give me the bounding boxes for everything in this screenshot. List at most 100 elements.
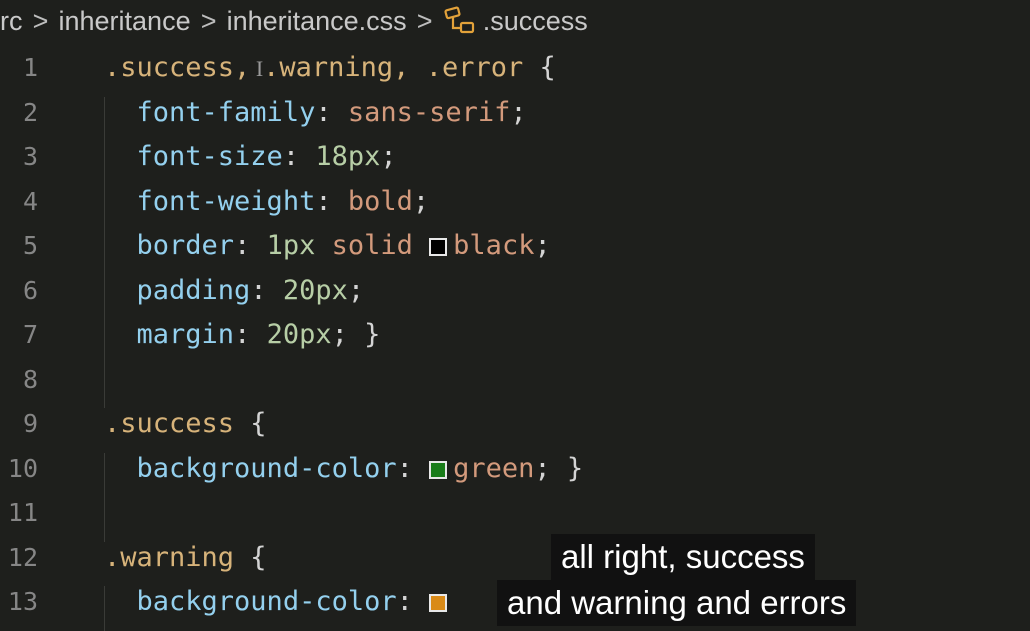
breadcrumb-item-file[interactable]: inheritance.css [227, 6, 407, 37]
breadcrumb-separator: > [416, 5, 433, 36]
code-token: 20px [266, 319, 332, 350]
code-token: background-color [136, 452, 397, 484]
code-line[interactable]: 8 [0, 358, 1030, 403]
code-token: ; [510, 96, 527, 128]
code-token: font-size [136, 141, 283, 172]
code-token: ; } [331, 319, 381, 350]
breadcrumb-item-folder[interactable]: inheritance [59, 6, 191, 37]
subtitle-line-2: and warning and errors [497, 580, 857, 626]
line-number: 7 [22, 320, 38, 349]
code-token: ; [380, 141, 397, 172]
code-token: .success [104, 408, 235, 439]
code-token: 1px [266, 230, 316, 261]
code-token: green [453, 452, 535, 484]
code-token: padding [136, 274, 251, 306]
line-number: 2 [22, 97, 38, 127]
line-number: 11 [7, 498, 38, 527]
code-token: : [315, 96, 348, 128]
code-text: font-weight: bold; [104, 180, 430, 225]
code-line[interactable]: 4 font-weight: bold; [0, 180, 1030, 225]
code-token: : [315, 185, 348, 217]
code-token: background-color [136, 586, 397, 617]
code-token: sans-serif [347, 96, 511, 128]
code-line[interactable]: 10 background-color: green; } [0, 447, 1030, 492]
code-token: { [523, 52, 556, 83]
line-number: 13 [7, 587, 38, 616]
code-text: .success, I.warning, .error { [104, 46, 556, 92]
breadcrumb-item-src[interactable]: rc [0, 6, 23, 37]
code-line[interactable]: 3 font-size: 18px; [0, 135, 1030, 180]
breadcrumb-item-symbol[interactable]: .success [483, 6, 588, 37]
code-token: { [234, 408, 267, 439]
code-token: : [282, 141, 316, 172]
code-token: bold [347, 185, 413, 217]
indent-guide [104, 586, 105, 631]
code-token: border [136, 230, 235, 261]
indent-guide [104, 452, 105, 542]
code-line[interactable]: 9 .success { [0, 402, 1030, 447]
line-number: 3 [22, 142, 38, 171]
code-token: 20px [282, 274, 348, 306]
code-token: black [453, 230, 535, 261]
color-swatch-icon[interactable] [429, 594, 448, 612]
line-number: 1 [22, 53, 38, 82]
code-token: font-family [136, 96, 316, 128]
text-cursor-icon: I [250, 56, 264, 81]
line-number: 6 [22, 275, 38, 305]
line-number: 4 [22, 186, 38, 216]
breadcrumb-separator: > [200, 5, 217, 36]
line-number: 8 [22, 364, 38, 394]
code-text: background-color: green; } [104, 447, 584, 492]
code-text: background-color: [104, 580, 453, 625]
code-token: ; } [534, 452, 584, 484]
code-line[interactable]: 7 margin: 20px; } [0, 313, 1030, 358]
code-text: padding: 20px; [104, 269, 365, 314]
code-token: .error [425, 52, 524, 83]
code-text: .warning { [104, 536, 267, 581]
code-token: .warning, [263, 52, 410, 83]
code-token: margin [136, 319, 235, 350]
code-token: : [396, 586, 430, 617]
color-swatch-icon[interactable] [429, 460, 448, 479]
css-selector-icon [443, 6, 483, 36]
code-token: { [234, 541, 267, 573]
color-swatch-icon[interactable] [429, 238, 448, 256]
code-text: margin: 20px; } [104, 313, 381, 358]
code-token: 18px [315, 141, 381, 172]
code-text: font-size: 18px; [104, 135, 397, 180]
line-number: 9 [22, 409, 38, 438]
code-line[interactable]: 6 padding: 20px; [0, 269, 1030, 314]
code-token: .warning [104, 541, 235, 573]
line-number: 5 [22, 231, 38, 260]
code-token: : [234, 319, 267, 350]
code-line[interactable]: 2 font-family: sans-serif; [0, 91, 1030, 136]
indent-guide [104, 96, 105, 408]
code-line[interactable]: 12 .warning { [0, 536, 1030, 581]
code-token: solid [331, 230, 413, 261]
code-text: border: 1px solid black; [104, 224, 551, 269]
code-text: .success { [104, 402, 267, 447]
line-number: 12 [7, 542, 38, 572]
code-token: : [234, 230, 267, 261]
code-token: ; [347, 274, 365, 306]
code-token: : [396, 452, 430, 484]
code-line[interactable]: 11 [0, 491, 1030, 536]
subtitle-line-1: all right, success [551, 534, 815, 580]
code-line[interactable]: 1 .success, I.warning, .error { [0, 46, 1030, 91]
code-editor[interactable]: 1 .success, I.warning, .error {2 font-fam… [0, 46, 1030, 631]
code-token: : [250, 274, 283, 306]
breadcrumb: rc > inheritance > inheritance.css > .su… [0, 0, 1030, 42]
breadcrumb-separator: > [32, 5, 49, 36]
code-line[interactable]: 5 border: 1px solid black; [0, 224, 1030, 269]
line-number: 10 [7, 453, 38, 483]
